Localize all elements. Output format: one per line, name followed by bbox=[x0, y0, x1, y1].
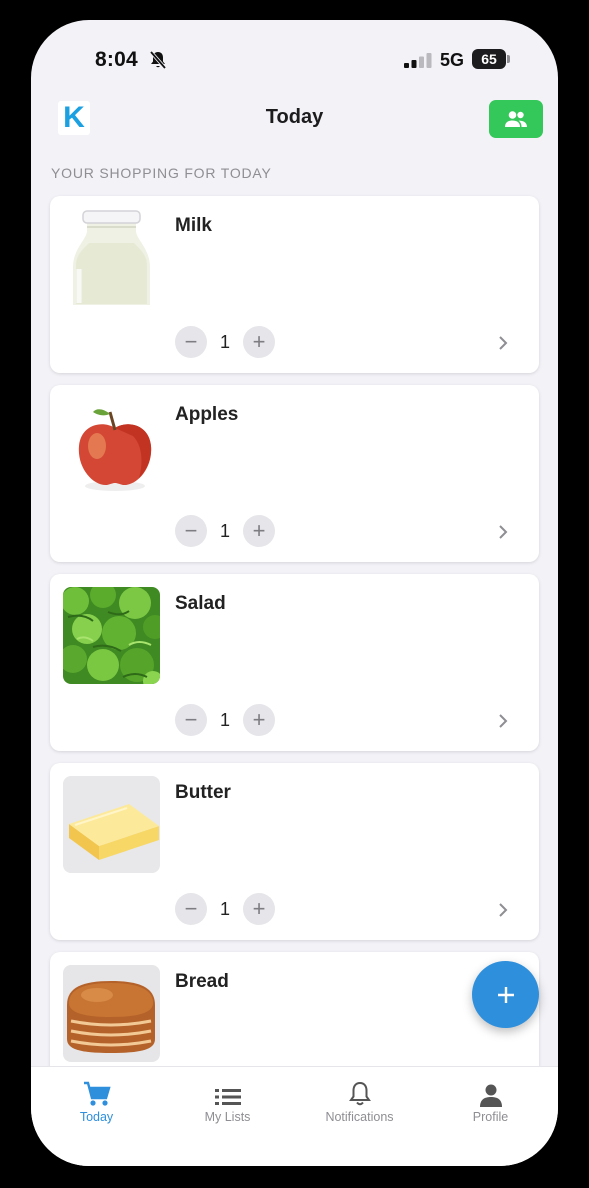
chevron-right-icon[interactable] bbox=[496, 523, 510, 541]
list-item[interactable]: Butter − 1 + bbox=[50, 763, 539, 940]
bell-icon bbox=[348, 1081, 371, 1106]
page-title: Today bbox=[265, 106, 324, 128]
list-icon bbox=[214, 1089, 241, 1105]
tab-my-lists[interactable]: My Lists bbox=[162, 1067, 293, 1124]
status-bar: 8:04 5G 65 bbox=[31, 20, 558, 100]
quantity-value: 1 bbox=[219, 898, 230, 919]
tab-label: Profile bbox=[472, 1110, 509, 1124]
decrease-button[interactable]: − bbox=[175, 326, 207, 358]
list-item[interactable]: Salad − 1 + bbox=[50, 574, 539, 751]
phone-screen: 8:04 5G 65 K Today YOUR SHOPPING FOR TOD… bbox=[31, 20, 558, 1166]
quantity-stepper: − 1 + bbox=[175, 704, 275, 736]
lettuce-image bbox=[63, 587, 160, 684]
person-icon bbox=[479, 1084, 502, 1107]
item-name: Salad bbox=[175, 593, 226, 614]
quantity-value: 1 bbox=[219, 520, 230, 541]
status-time: 8:04 bbox=[95, 48, 138, 71]
chevron-right-icon[interactable] bbox=[496, 901, 510, 919]
decrease-button[interactable]: − bbox=[175, 893, 207, 925]
item-name: Milk bbox=[175, 215, 212, 236]
item-name: Apples bbox=[175, 404, 239, 425]
list-item[interactable]: Apples − 1 + bbox=[50, 385, 539, 562]
tab-label: Notifications bbox=[325, 1110, 394, 1124]
chevron-right-icon[interactable] bbox=[496, 334, 510, 352]
section-title: YOUR SHOPPING FOR TODAY bbox=[51, 165, 272, 181]
butter-image bbox=[63, 776, 160, 873]
plus-icon bbox=[497, 986, 514, 1003]
tab-today[interactable]: Today bbox=[31, 1067, 162, 1124]
signal-icon bbox=[404, 53, 432, 68]
shopping-list: Milk − 1 + Apples − 1 + Salad − 1 + Butt… bbox=[50, 196, 539, 1141]
quantity-value: 1 bbox=[219, 331, 230, 352]
tab-label: Today bbox=[79, 1110, 114, 1124]
battery-level: 65 bbox=[472, 49, 506, 69]
apple-image bbox=[63, 398, 160, 495]
tab-notifications[interactable]: Notifications bbox=[294, 1067, 425, 1124]
list-item[interactable]: Milk − 1 + bbox=[50, 196, 539, 373]
chevron-right-icon[interactable] bbox=[496, 712, 510, 730]
silent-bell-icon bbox=[149, 50, 167, 70]
quantity-value: 1 bbox=[219, 709, 230, 730]
nav-header: K Today bbox=[31, 98, 558, 142]
add-item-button[interactable] bbox=[472, 961, 539, 1028]
cart-icon bbox=[83, 1081, 111, 1106]
bread-loaf-image bbox=[63, 965, 160, 1062]
network-type: 5G bbox=[440, 50, 465, 70]
group-icon bbox=[505, 111, 527, 127]
shared-users-button[interactable] bbox=[489, 100, 543, 138]
quantity-stepper: − 1 + bbox=[175, 515, 275, 547]
increase-button[interactable]: + bbox=[243, 704, 275, 736]
tab-label: My Lists bbox=[204, 1110, 251, 1124]
quantity-stepper: − 1 + bbox=[175, 326, 275, 358]
tab-bar: Today My Lists Notifications Profile bbox=[31, 1066, 558, 1166]
quantity-stepper: − 1 + bbox=[175, 893, 275, 925]
tab-profile[interactable]: Profile bbox=[425, 1067, 556, 1124]
increase-button[interactable]: + bbox=[243, 326, 275, 358]
increase-button[interactable]: + bbox=[243, 515, 275, 547]
item-name: Butter bbox=[175, 782, 231, 803]
battery-icon: 65 bbox=[472, 49, 510, 69]
increase-button[interactable]: + bbox=[243, 893, 275, 925]
milk-bottle-image bbox=[63, 209, 160, 306]
decrease-button[interactable]: − bbox=[175, 515, 207, 547]
decrease-button[interactable]: − bbox=[175, 704, 207, 736]
item-name: Bread bbox=[175, 971, 229, 992]
